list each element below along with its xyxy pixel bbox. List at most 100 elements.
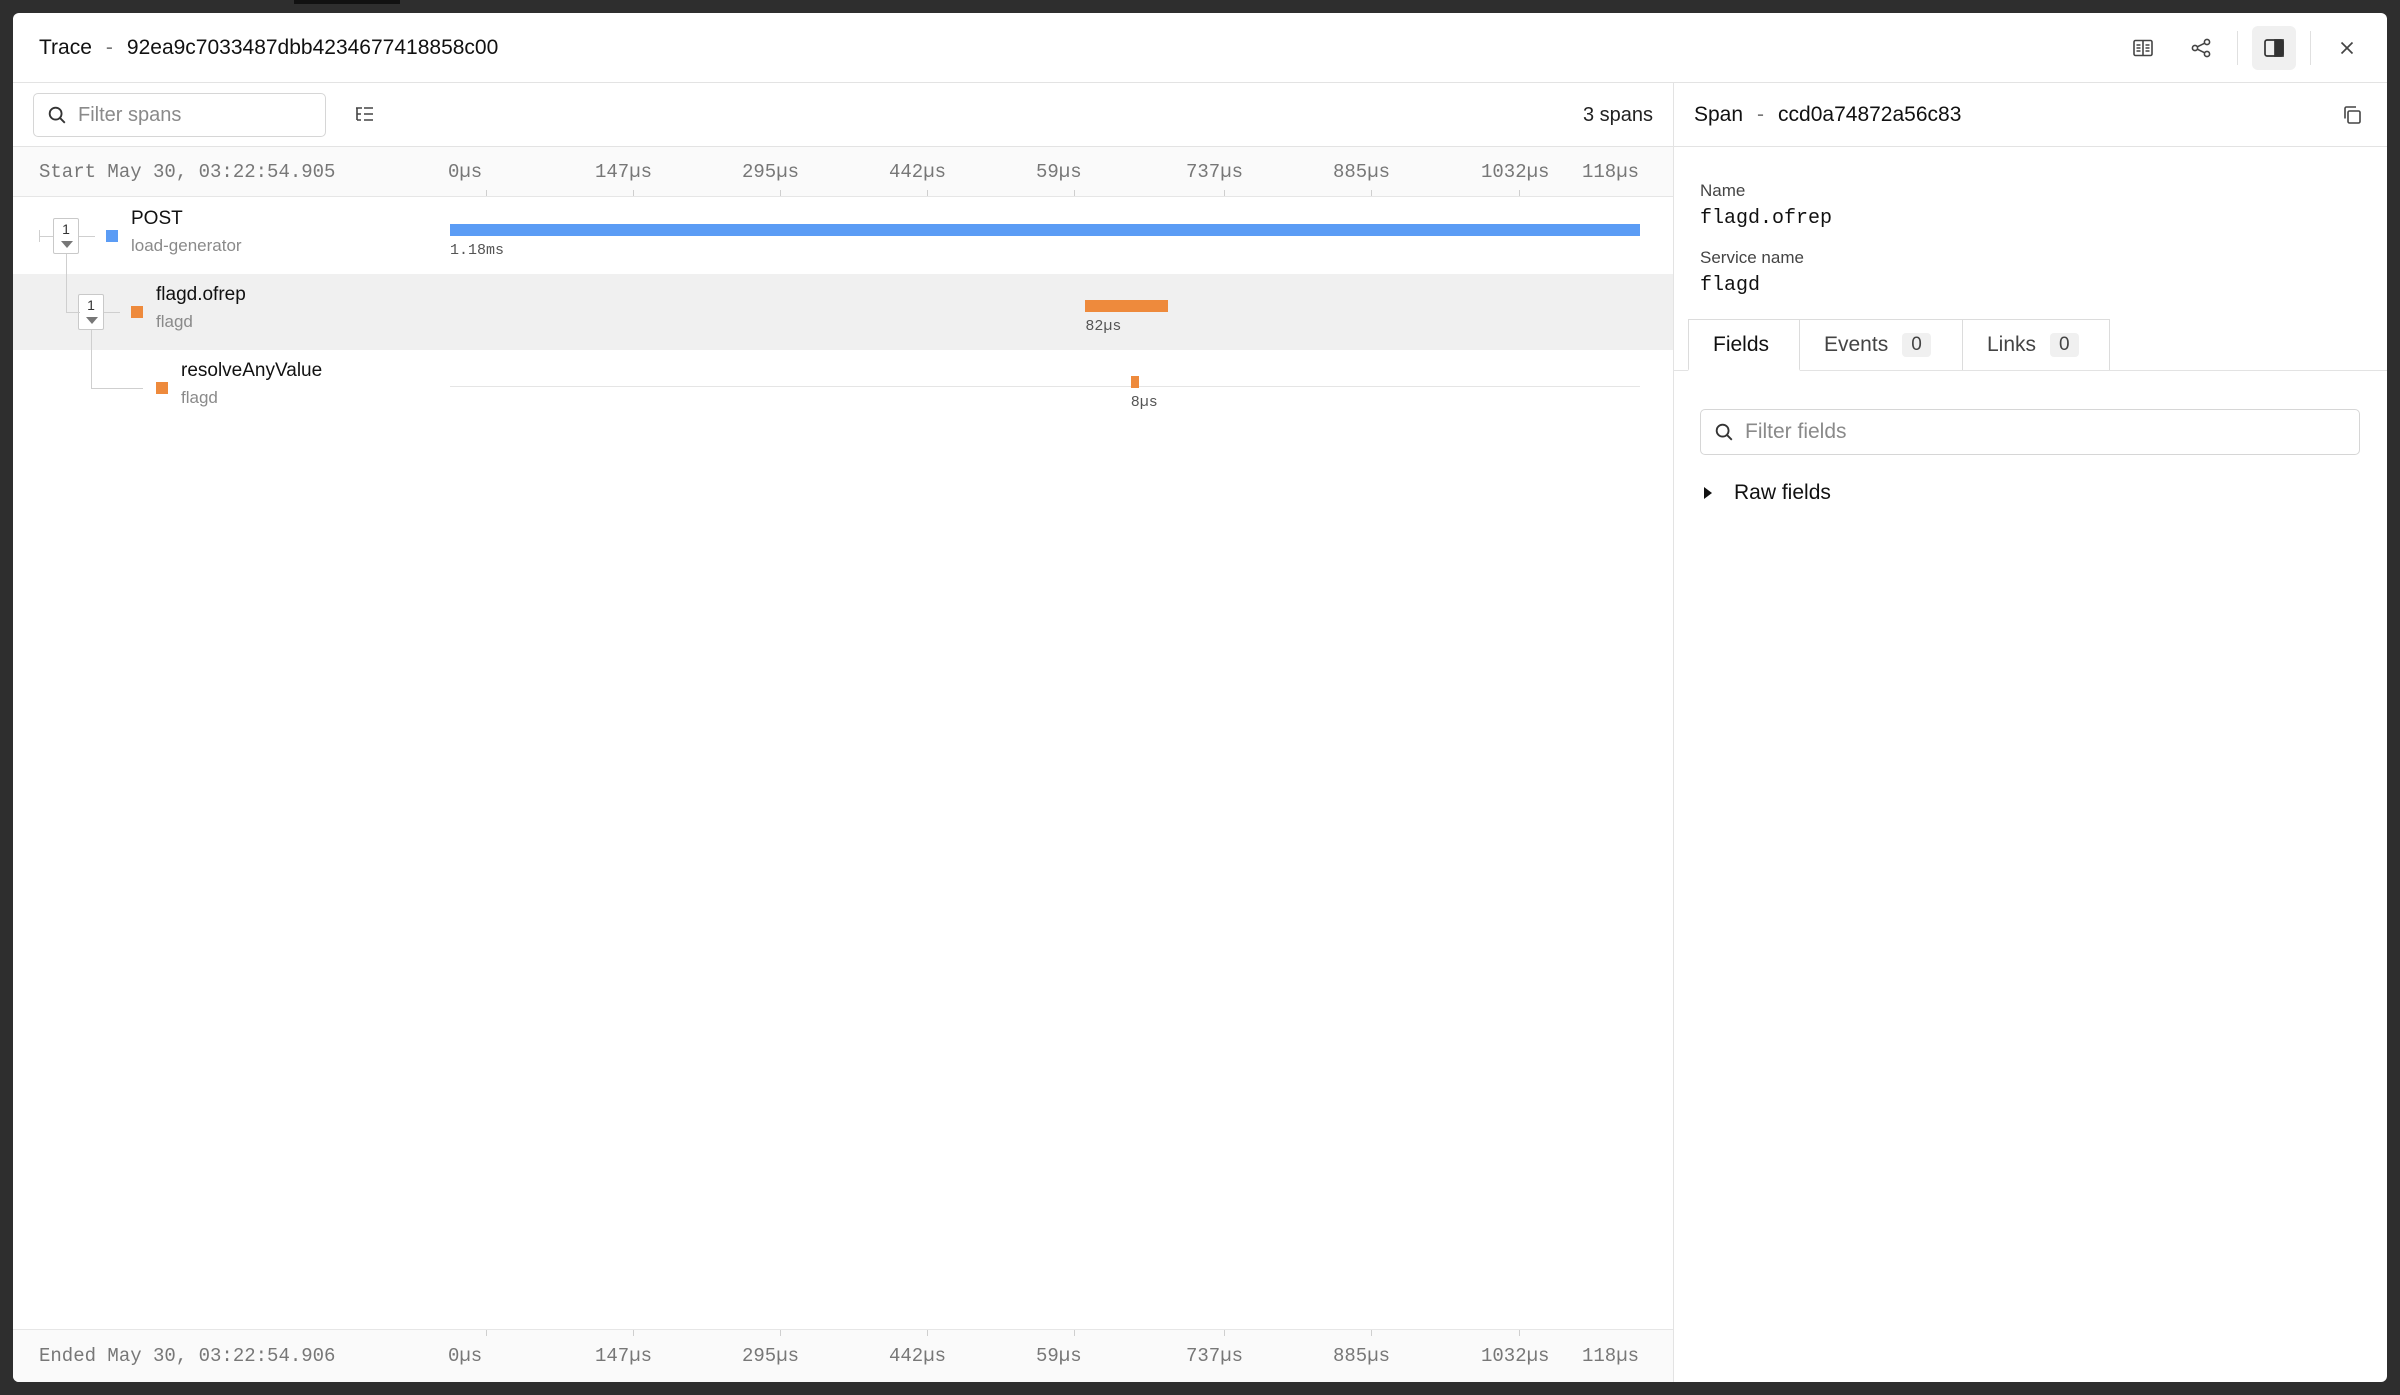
tree-connector [66,312,80,313]
span-title-separator: - [1757,103,1765,126]
tab-events-count: 0 [1902,333,1931,357]
ruler-tick: 147µs [595,160,653,183]
header-divider [2237,31,2238,65]
span-row[interactable]: 1 POST load-generator 1.18ms [13,198,1673,274]
collapse-button[interactable]: 1 [78,294,104,330]
tree-list-icon [356,107,373,121]
table-view-icon [2133,39,2153,57]
child-count: 1 [62,221,70,237]
share-button[interactable] [2179,26,2223,70]
span-title: Span - ccd0a74872a56c83 [1694,83,1961,147]
ruler-tick: 885µs [1333,160,1391,183]
span-service: load-generator [131,236,242,255]
span-duration-label: 1.18ms [450,242,505,259]
chevron-down-icon [86,317,98,324]
search-icon [48,106,66,124]
span-duration-bar[interactable] [450,224,1640,236]
ruler-tick-mark [486,190,487,196]
ruler-tick: 1032µs [1481,1345,1550,1367]
filter-fields-box[interactable] [1700,409,2360,455]
ruler-tick-mark [1519,190,1520,196]
child-count: 1 [87,297,95,313]
caret-right-icon [1704,487,1712,499]
trace-title: Trace - 92ea9c7033487dbb4234677418858c00 [39,13,498,83]
span-name: POST [131,208,183,229]
span-name: resolveAnyValue [181,360,323,381]
ruler-tick-mark [927,1330,928,1336]
trace-id: 92ea9c7033487dbb4234677418858c00 [126,36,499,59]
ruler-tick-mark [1224,190,1225,196]
close-icon [2340,41,2354,55]
filter-spans-input[interactable] [78,103,308,127]
timeline-track [450,386,1640,387]
span-id: ccd0a74872a56c83 [1778,103,1962,126]
modal-header: Trace - 92ea9c7033487dbb4234677418858c00 [13,13,2387,83]
collapse-button[interactable]: 1 [53,218,79,254]
trace-start-label: Start May 30, 03:22:54.905 [39,160,336,183]
table-view-button[interactable] [2121,26,2165,70]
tab-links[interactable]: Links 0 [1962,319,2110,370]
service-color-swatch [106,230,118,242]
span-detail-header: Span - ccd0a74872a56c83 [1674,83,2387,147]
ruler-tick-mark [780,190,781,196]
tab-events-label: Events [1824,333,1889,356]
span-row[interactable]: 1 flagd.ofrep flagd 82µs [13,254,1673,350]
copy-span-button[interactable] [2334,97,2370,133]
active-tab-indicator [294,0,400,4]
ruler-tick: 442µs [889,160,947,183]
ruler-tick: 59µs [1036,1345,1082,1367]
raw-fields-label: Raw fields [1734,481,1831,504]
ruler-tick: 737µs [1186,1345,1244,1367]
ruler-tick-mark [1371,190,1372,196]
service-color-swatch [156,382,168,394]
ruler-tick-mark [1519,1330,1520,1336]
ruler-tick: 885µs [1333,1345,1391,1367]
filter-spans-box[interactable] [33,93,326,137]
ruler-tick-mark [633,1330,634,1336]
ruler-tick-mark [486,1330,487,1336]
tab-fields-label: Fields [1713,332,1770,356]
tree-connector [79,236,95,237]
ruler-tick: 295µs [742,1345,800,1367]
filter-fields-input[interactable] [1745,420,2345,444]
waterfall-pane: 3 spans Start May 30, 03:22:54.905 0µs14… [13,83,1673,1382]
tree-connector [39,236,53,237]
ruler-tick-mark [1224,1330,1225,1336]
name-field-value: flagd.ofrep [1700,207,1833,230]
ruler-tick: 737µs [1186,160,1244,183]
trace-title-separator: - [105,36,113,59]
trace-end-label: Ended May 30, 03:22:54.906 [39,1345,336,1367]
tab-fields[interactable]: Fields [1688,319,1800,371]
close-button[interactable] [2325,26,2369,70]
service-field-value: flagd [1700,274,1761,297]
ruler-tick: 442µs [889,1345,947,1367]
timeline-ruler-top: Start May 30, 03:22:54.905 0µs 147µs 295µs… [13,147,1673,197]
ruler-tick: 0µs [448,1345,483,1367]
raw-fields-toggle[interactable]: Raw fields [1704,473,1831,513]
trace-title-prefix: Trace [39,36,92,59]
span-duration-label: 8µs [1130,394,1158,411]
span-row[interactable]: resolveAnyValue flagd 8µs [13,330,1673,426]
ruler-tick: 118µs [1582,160,1640,183]
tree-view-toggle[interactable] [347,97,383,133]
split-panel-icon [2264,39,2284,57]
copy-icon [2344,106,2361,124]
tab-links-label: Links [1987,333,2037,356]
header-actions [2107,26,2369,70]
search-icon [1715,423,1733,441]
span-duration-label: 82µs [1085,318,1122,335]
ruler-tick-mark [1074,1330,1075,1336]
tab-events[interactable]: Events 0 [1799,319,1963,370]
ruler-tick: 295µs [742,160,800,183]
span-detail-pane: Span - ccd0a74872a56c83 Name flagd.ofrep… [1673,83,2387,1382]
ruler-tick-mark [780,1330,781,1336]
split-panel-button[interactable] [2252,26,2296,70]
ruler-tick: 59µs [1036,160,1082,183]
ruler-tick: 147µs [595,1345,653,1367]
span-duration-bar[interactable] [1085,300,1169,312]
span-duration-bar[interactable] [1130,376,1139,388]
header-divider-2 [2310,31,2311,65]
name-field-label: Name [1700,181,1746,200]
share-icon [2191,38,2211,58]
tree-connector [91,388,143,389]
